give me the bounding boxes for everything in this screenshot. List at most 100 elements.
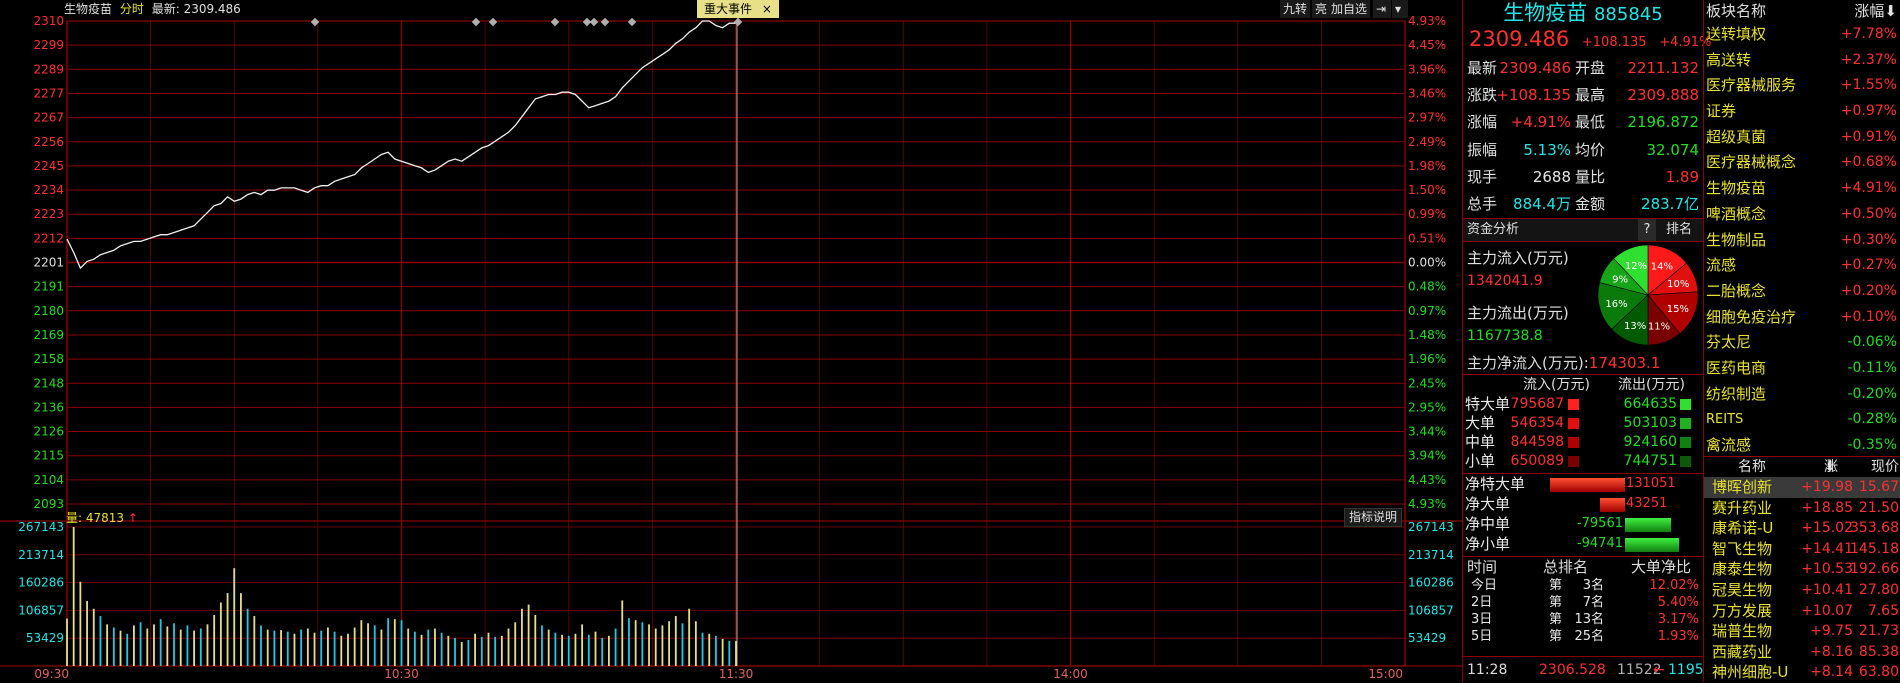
quote-row: 涨跌 +108.135 最高 2309.888: [1463, 82, 1703, 109]
y-tick-label: 2093: [33, 497, 64, 511]
quote-field-value: +4.91%: [1510, 113, 1571, 132]
sector-row[interactable]: 医疗器械概念 +0.68%: [1704, 150, 1900, 176]
sector-name: 流感: [1706, 256, 1737, 275]
volume-label-text: 量:: [66, 511, 83, 525]
rank-suffix: 名: [1591, 595, 1605, 610]
menu-dropdown-icon[interactable]: ▾: [1392, 0, 1408, 18]
flow-in-header: 流入(万元): [1523, 377, 1590, 393]
volume-bar: [206, 624, 209, 666]
rank-prefix: 第: [1549, 612, 1563, 627]
volume-bar: [353, 627, 356, 666]
stock-name-header[interactable]: 名称: [1738, 457, 1766, 477]
quote-row: 涨幅 +4.91% 最低 2196.872: [1463, 109, 1703, 136]
volume-bar: [648, 624, 650, 666]
intraday-chart[interactable]: 2310 4.93% 2299 4.45% 2289 3.96% 2277 3.46% 2267…: [0, 0, 1462, 682]
volume-bar: [199, 628, 202, 666]
quote-field-value: +108.135: [1496, 86, 1571, 105]
sector-name: 医疗器械概念: [1706, 153, 1797, 172]
rank-button[interactable]: 排名: [1666, 219, 1692, 241]
pie-slice-label: 9%: [1612, 274, 1628, 285]
volume-bar: [521, 608, 523, 666]
stock-row[interactable]: 西藏药业 +8.16 85.38: [1704, 642, 1900, 663]
sector-row[interactable]: 高送转 +2.37%: [1704, 48, 1900, 74]
stock-change-pct: +15.02: [1801, 520, 1853, 537]
sector-change-pct: +0.97%: [1840, 103, 1897, 120]
sector-list: 送转填权 +7.78% 高送转 +2.37% 医疗器械服务 +1.55% 证券 +0.97% 超…: [1704, 22, 1900, 459]
sector-pct-header[interactable]: 涨幅⬇: [1854, 0, 1897, 22]
sector-row[interactable]: 啤酒概念 +0.50%: [1704, 202, 1900, 228]
sector-row[interactable]: 纺织制造 -0.20%: [1704, 382, 1900, 408]
volume-bar: [367, 623, 369, 666]
volume-bar: [133, 625, 135, 666]
volume-bar: [119, 630, 122, 666]
y-tick-label: 2126: [33, 425, 64, 439]
stock-row[interactable]: 赛升药业 +18.85 21.50: [1704, 498, 1900, 519]
sector-row[interactable]: REITS -0.28%: [1704, 407, 1900, 433]
rank-row: 2日 第 7 名 5.40%: [1463, 594, 1703, 611]
stock-row[interactable]: 博晖创新 +19.98 15.67: [1704, 477, 1900, 498]
sector-row[interactable]: 芬太尼 -0.06%: [1704, 330, 1900, 356]
volume-tick-label: 53429: [26, 631, 64, 645]
quote-row: 振幅 5.13% 均价 32.074: [1463, 137, 1703, 164]
stock-row[interactable]: 瑞普生物 +9.75 21.73: [1704, 621, 1900, 642]
indicator-help-button[interactable]: 指标说明: [1344, 508, 1403, 527]
sector-row[interactable]: 生物制品 +0.30%: [1704, 228, 1900, 254]
stock-row[interactable]: 康希诺-U +15.02 353.68: [1704, 518, 1900, 539]
pct-tick-label: 2.95%: [1408, 400, 1446, 414]
volume-bar: [186, 625, 189, 666]
close-icon[interactable]: ×: [762, 2, 772, 16]
stock-row[interactable]: 智飞生物 +14.41 145.18: [1704, 539, 1900, 560]
latest-label: 最新:: [151, 2, 180, 16]
stock-row[interactable]: 万方发展 +10.07 7.65: [1704, 601, 1900, 622]
flow-row: 特大单 795687 664635: [1463, 395, 1703, 414]
flow-row: 中单 844598 924160: [1463, 433, 1703, 452]
sector-name: 二胎概念: [1706, 281, 1767, 300]
quote-field-value: 2211.132: [1627, 59, 1699, 77]
jiuzhuan-button[interactable]: 九转: [1280, 0, 1311, 18]
sector-row[interactable]: 证券 +0.97%: [1704, 99, 1900, 125]
flow-row-name: 大单: [1465, 414, 1496, 432]
rank-suffix: 名: [1591, 612, 1605, 627]
major-events-tab[interactable]: 重大事件 ×: [697, 0, 779, 18]
stock-row[interactable]: 冠昊生物 +10.41 27.80: [1704, 580, 1900, 601]
sector-row[interactable]: 二胎概念 +0.20%: [1704, 279, 1900, 305]
sector-change-pct: +7.78%: [1840, 26, 1897, 42]
volume-bar: [313, 632, 316, 666]
mode-label[interactable]: 分时: [120, 2, 144, 16]
sector-row[interactable]: 生物疫苗 +4.91%: [1704, 176, 1900, 202]
left-arrow-icon: ←: [1653, 662, 1665, 678]
quote-change: +108.135: [1581, 35, 1647, 50]
sector-row[interactable]: 超级真菌 +0.91%: [1704, 125, 1900, 151]
inflow-value: 1342041.9: [1467, 273, 1543, 289]
sector-row[interactable]: 细胞免疫治疗 +0.10%: [1704, 305, 1900, 331]
sector-row[interactable]: 医疗器械服务 +1.55%: [1704, 73, 1900, 99]
stock-change-pct: +18.85: [1801, 499, 1853, 516]
stock-row[interactable]: 神州细胞-U +8.14 63.80: [1704, 662, 1900, 683]
rank-time-header: 时间: [1467, 558, 1498, 576]
sector-change-pct: -0.35%: [1847, 437, 1897, 453]
sort-down-icon: ⬇: [1884, 2, 1897, 20]
flow-in-swatch: [1568, 437, 1579, 448]
add-watchlist-button[interactable]: 加自选: [1328, 0, 1371, 18]
stock-row[interactable]: 康泰生物 +10.53 192.66: [1704, 559, 1900, 580]
volume-bar: [541, 625, 543, 666]
volume-bar: [66, 618, 68, 666]
sector-change-pct: +0.20%: [1840, 282, 1897, 299]
net-flow-row: 净中单 -79561: [1463, 514, 1703, 534]
stock-price-header[interactable]: 现价: [1871, 457, 1899, 477]
flow-in-value: 844598: [1510, 434, 1564, 450]
sector-name-header[interactable]: 板块名称: [1706, 0, 1766, 22]
exit-icon[interactable]: ⇥: [1373, 0, 1391, 18]
sector-row[interactable]: 医药电商 -0.11%: [1704, 356, 1900, 382]
pct-tick-label: 4.45%: [1408, 38, 1446, 52]
stock-name: 康泰生物: [1712, 560, 1773, 579]
sector-header: 板块名称 涨幅⬇: [1704, 0, 1900, 22]
sector-row[interactable]: 禽流感 -0.35%: [1704, 433, 1900, 459]
pct-tick-label: 4.93%: [1408, 14, 1446, 28]
volume-bar: [494, 636, 497, 666]
help-icon[interactable]: ?: [1638, 219, 1656, 241]
sector-row[interactable]: 送转填权 +7.78%: [1704, 22, 1900, 48]
sector-row[interactable]: 流感 +0.27%: [1704, 253, 1900, 279]
volume-bar: [233, 568, 236, 666]
quote-field-label: 均价: [1575, 140, 1606, 159]
